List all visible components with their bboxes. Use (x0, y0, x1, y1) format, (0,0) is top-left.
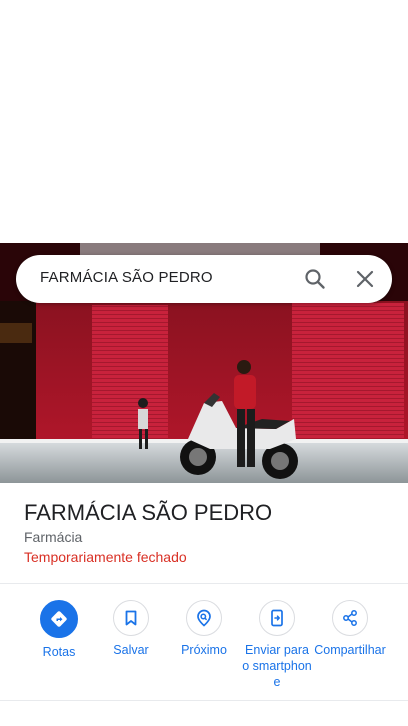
directions-label: Rotas (42, 645, 76, 659)
close-icon[interactable] (353, 267, 377, 291)
send-to-phone-icon (259, 600, 295, 636)
nearby-icon (186, 600, 222, 636)
place-category[interactable]: Farmácia (24, 529, 82, 545)
search-icon[interactable] (303, 267, 327, 291)
divider (0, 583, 408, 584)
send-to-phone-button[interactable]: Enviar para o smartphone (240, 600, 314, 690)
place-title: FARMÁCIA SÃO PEDRO (24, 500, 273, 525)
search-bar[interactable]: FARMÁCIA SÃO PEDRO (16, 255, 392, 303)
divider (0, 700, 408, 701)
share-label: Compartilhar (314, 643, 386, 657)
save-label: Salvar (113, 643, 149, 657)
map-blank-area (0, 0, 408, 243)
nearby-label: Próximo (181, 643, 227, 657)
share-button[interactable]: Compartilhar (313, 600, 387, 658)
send-to-phone-label: Enviar para o smartphone (242, 643, 312, 689)
directions-button[interactable]: Rotas (22, 600, 96, 660)
share-icon (332, 600, 368, 636)
directions-icon (40, 600, 78, 638)
place-status: Temporariamente fechado (24, 549, 187, 565)
bookmark-icon (113, 600, 149, 636)
nearby-button[interactable]: Próximo (167, 600, 241, 658)
save-button[interactable]: Salvar (94, 600, 168, 658)
search-input[interactable]: FARMÁCIA SÃO PEDRO (40, 269, 213, 286)
